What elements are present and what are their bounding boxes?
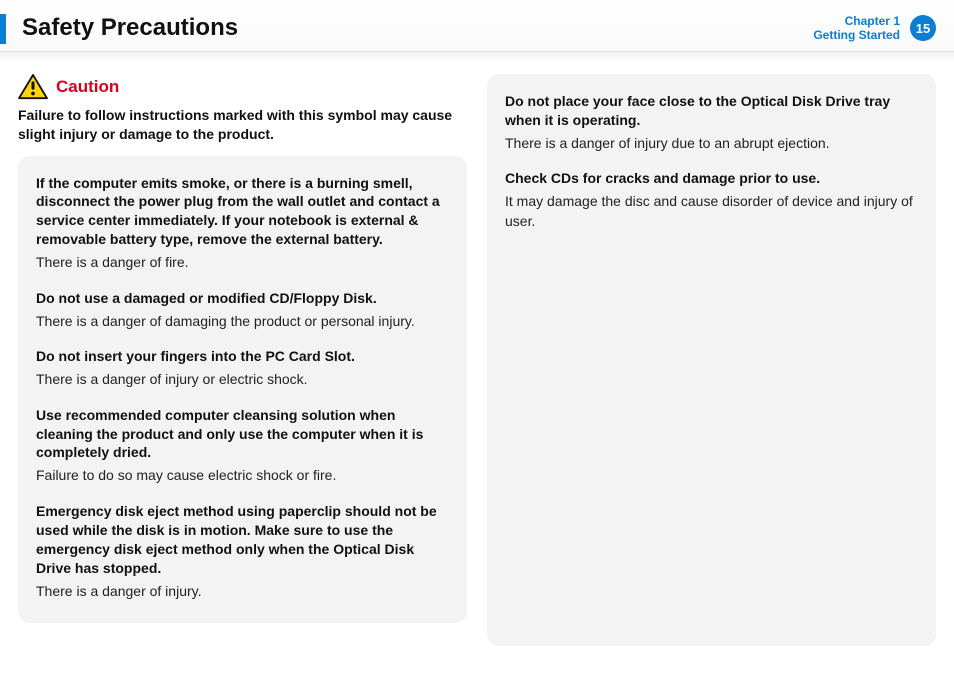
right-panel: Do not place your face close to the Opti… <box>487 74 936 646</box>
left-panel: If the computer emits smoke, or there is… <box>18 156 467 624</box>
precaution-head: Do not place your face close to the Opti… <box>505 92 918 130</box>
precaution-item: Check CDs for cracks and damage prior to… <box>505 169 918 231</box>
precaution-head: Do not use a damaged or modified CD/Flop… <box>36 289 449 308</box>
precaution-head: Emergency disk eject method using paperc… <box>36 502 449 578</box>
precaution-body: There is a danger of damaging the produc… <box>36 312 449 332</box>
header-right: Chapter 1 Getting Started 15 <box>813 14 936 43</box>
precaution-body: There is a danger of injury or electric … <box>36 370 449 390</box>
precaution-body: Failure to do so may cause electric shoc… <box>36 466 449 486</box>
page-title: Safety Precautions <box>22 14 238 42</box>
caution-description: Failure to follow instructions marked wi… <box>18 106 467 144</box>
caution-heading-row: Caution <box>18 74 467 100</box>
header-accent-bar <box>0 14 6 44</box>
page-number: 15 <box>916 21 930 36</box>
chapter-line-1: Chapter 1 <box>813 14 900 28</box>
precaution-head: Do not insert your fingers into the PC C… <box>36 347 449 366</box>
precaution-head: Check CDs for cracks and damage prior to… <box>505 169 918 188</box>
precaution-body: It may damage the disc and cause disorde… <box>505 192 918 231</box>
precaution-item: Use recommended computer cleansing solut… <box>36 406 449 486</box>
precaution-head: Use recommended computer cleansing solut… <box>36 406 449 463</box>
caution-label: Caution <box>56 77 119 97</box>
caution-icon <box>18 74 48 100</box>
precaution-item: Do not use a damaged or modified CD/Flop… <box>36 289 449 331</box>
page-number-badge: 15 <box>910 15 936 41</box>
precaution-item: Do not insert your fingers into the PC C… <box>36 347 449 389</box>
precaution-body: There is a danger of injury due to an ab… <box>505 134 918 154</box>
precaution-body: There is a danger of injury. <box>36 582 449 602</box>
precaution-item: If the computer emits smoke, or there is… <box>36 174 449 273</box>
precaution-body: There is a danger of fire. <box>36 253 449 273</box>
right-column: Do not place your face close to the Opti… <box>487 74 936 646</box>
header-shadow <box>0 52 954 60</box>
chapter-label: Chapter 1 Getting Started <box>813 14 900 43</box>
precaution-item: Do not place your face close to the Opti… <box>505 92 918 153</box>
precaution-head: If the computer emits smoke, or there is… <box>36 174 449 250</box>
page-header: Safety Precautions Chapter 1 Getting Sta… <box>0 0 954 52</box>
content-area: Caution Failure to follow instructions m… <box>0 60 954 664</box>
chapter-line-2: Getting Started <box>813 28 900 42</box>
left-column: Caution Failure to follow instructions m… <box>18 74 467 646</box>
precaution-item: Emergency disk eject method using paperc… <box>36 502 449 601</box>
